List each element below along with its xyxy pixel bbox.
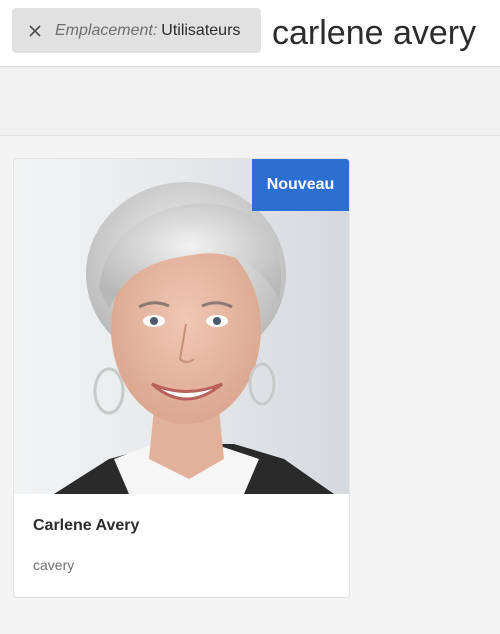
filter-tag-value: Utilisateurs [161, 21, 241, 39]
user-card[interactable]: Nouveau Carlene Avery cavery [13, 158, 350, 598]
search-input[interactable] [272, 8, 498, 58]
location-filter-tag[interactable]: Emplacement: Utilisateurs [12, 8, 261, 53]
user-login: cavery [33, 557, 75, 573]
search-bar: Emplacement: Utilisateurs [0, 0, 500, 67]
results-area: Nouveau Carlene Avery cavery [0, 136, 500, 634]
user-name: Carlene Avery [33, 517, 140, 534]
filter-tag-key: Emplacement: [55, 21, 158, 39]
toolbar [0, 67, 500, 136]
new-badge: Nouveau [252, 159, 349, 211]
close-icon[interactable] [28, 24, 42, 38]
